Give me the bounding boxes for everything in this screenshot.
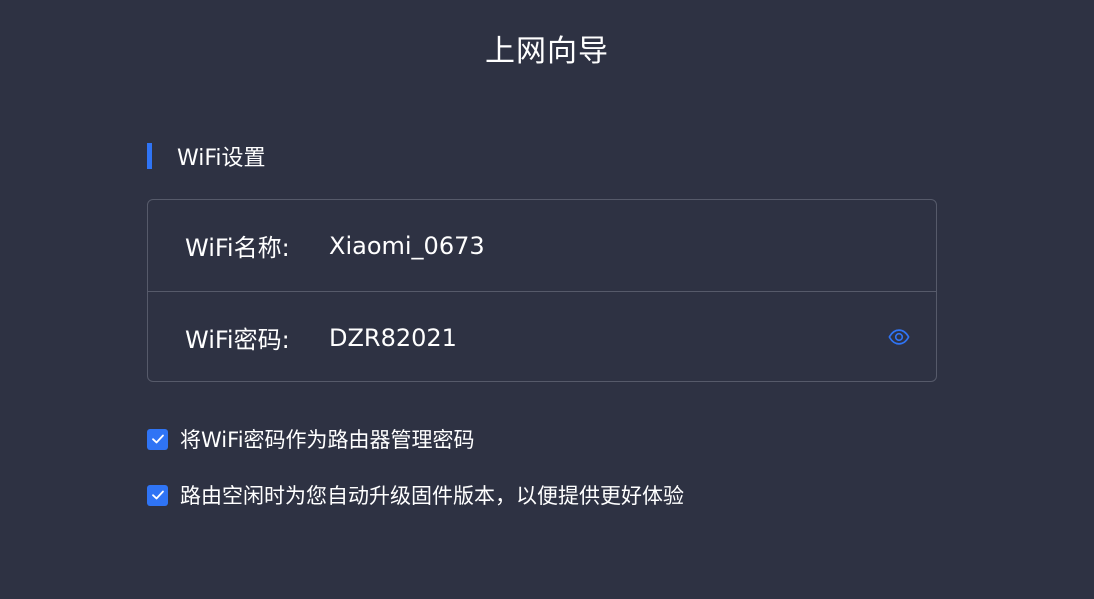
wifi-name-row: WiFi名称: Xiaomi_0673 [148, 200, 936, 291]
use-wifi-password-checkbox[interactable] [147, 428, 168, 450]
eye-icon[interactable] [888, 326, 910, 348]
setup-wizard-page: 上网向导 WiFi设置 WiFi名称: Xiaomi_0673 WiFi密码: … [0, 0, 1094, 599]
auto-upgrade-checkbox[interactable] [147, 484, 168, 506]
wifi-settings-card: WiFi名称: Xiaomi_0673 WiFi密码: DZR82021 [147, 199, 937, 382]
auto-upgrade-option[interactable]: 路由空闲时为您自动升级固件版本，以便提供更好体验 [147, 480, 684, 510]
section-accent-bar [147, 143, 152, 169]
wifi-password-label: WiFi密码: [185, 326, 290, 354]
use-wifi-password-as-admin-option[interactable]: 将WiFi密码作为路由器管理密码 [147, 424, 475, 454]
check-icon [151, 490, 164, 500]
wifi-section-title: WiFi设置 [177, 146, 266, 171]
wifi-password-field[interactable]: DZR82021 [329, 324, 457, 352]
page-title: 上网向导 [485, 34, 609, 69]
wifi-section-header: WiFi设置 [147, 142, 266, 171]
use-wifi-password-label[interactable]: 将WiFi密码作为路由器管理密码 [180, 424, 475, 454]
wifi-name-label: WiFi名称: [185, 234, 290, 262]
auto-upgrade-label[interactable]: 路由空闲时为您自动升级固件版本，以便提供更好体验 [180, 480, 684, 510]
check-icon [151, 434, 164, 444]
wifi-name-field[interactable]: Xiaomi_0673 [329, 232, 485, 260]
wifi-password-row: WiFi密码: DZR82021 [148, 291, 936, 383]
